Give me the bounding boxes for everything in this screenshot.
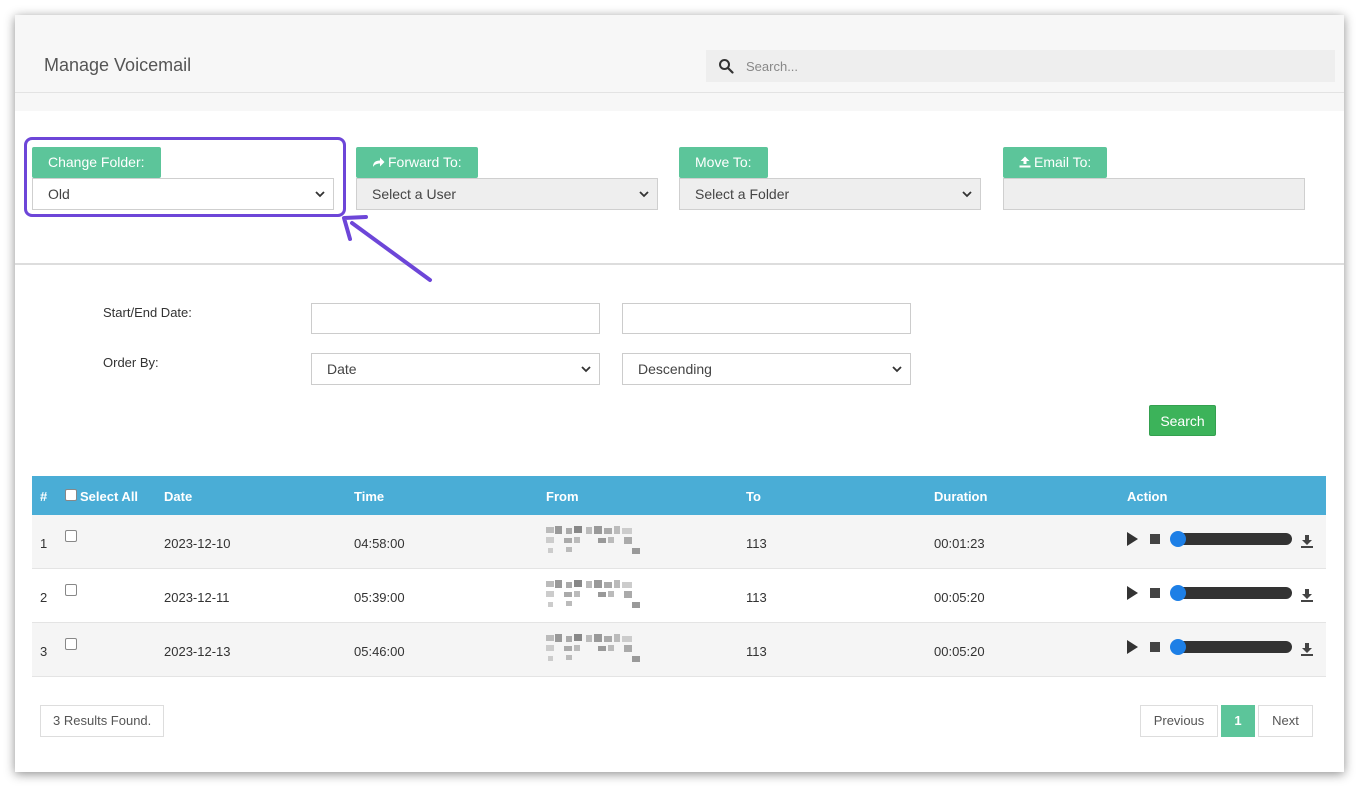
- annotation-arrow-icon: [342, 215, 432, 282]
